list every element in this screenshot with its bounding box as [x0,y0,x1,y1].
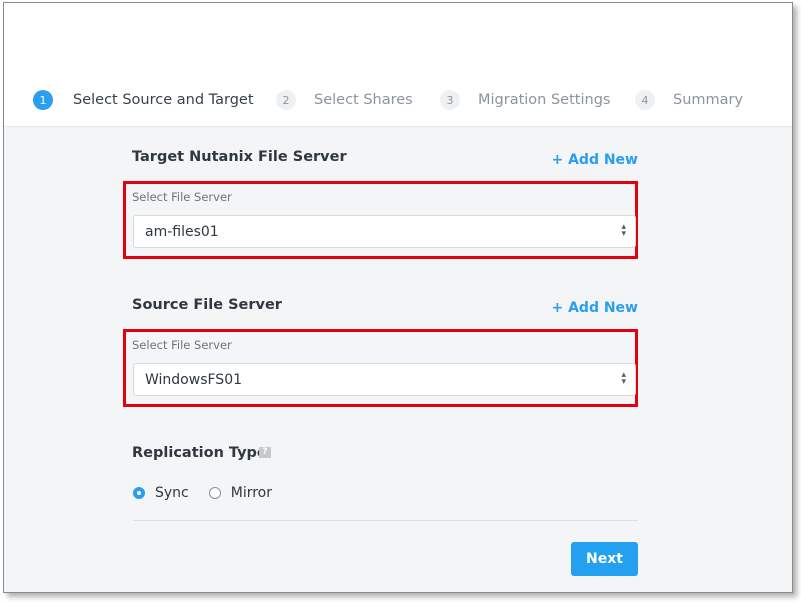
source-file-server-select[interactable]: WindowsFS01 ▴ ▾ [133,363,636,396]
target-section-title: Target Nutanix File Server [132,149,347,165]
migration-wizard-window: 1 Select Source and Target 2 Select Shar… [3,2,793,593]
wizard-content: Target Nutanix File Server + Add New Sel… [4,127,792,592]
source-section-title: Source File Server [132,297,282,313]
step-number: 3 [440,90,460,110]
mirror-radio-label[interactable]: Mirror [231,485,272,501]
wizard-stepper: 1 Select Source and Target 2 Select Shar… [4,71,792,127]
target-add-new-link[interactable]: + Add New [551,152,638,168]
sync-radio-label[interactable]: Sync [155,485,189,501]
step-label: Select Source and Target [73,92,254,108]
source-add-new-link[interactable]: + Add New [551,300,638,316]
mirror-radio[interactable] [208,487,221,499]
divider [133,520,638,521]
step-label: Migration Settings [478,92,611,108]
sync-radio[interactable] [133,487,145,499]
step-number: 4 [635,90,655,110]
replication-type-title: Replication Type [132,445,267,461]
step-summary[interactable]: 4 Summary [635,89,743,111]
step-migration-settings[interactable]: 3 Migration Settings [440,89,610,111]
help-icon[interactable]: ? [259,447,271,458]
select-value: WindowsFS01 [145,372,243,388]
step-label: Select Shares [314,92,413,108]
replication-type-options: Sync Mirror [133,484,292,502]
step-label: Summary [673,92,744,108]
step-select-shares[interactable]: 2 Select Shares [276,89,413,111]
step-select-source-target[interactable]: 1 Select Source and Target [33,89,254,111]
target-file-server-select[interactable]: am-files01 ▴ ▾ [133,215,636,248]
step-number: 2 [276,90,296,110]
source-field-label: Select File Server [132,338,232,352]
wizard-header [4,3,792,71]
select-caret-icon: ▴ ▾ [621,222,626,239]
next-button[interactable]: Next [571,542,638,576]
target-field-label: Select File Server [132,190,232,204]
select-value: am-files01 [145,224,219,240]
step-number: 1 [33,90,53,110]
select-caret-icon: ▴ ▾ [621,370,626,387]
